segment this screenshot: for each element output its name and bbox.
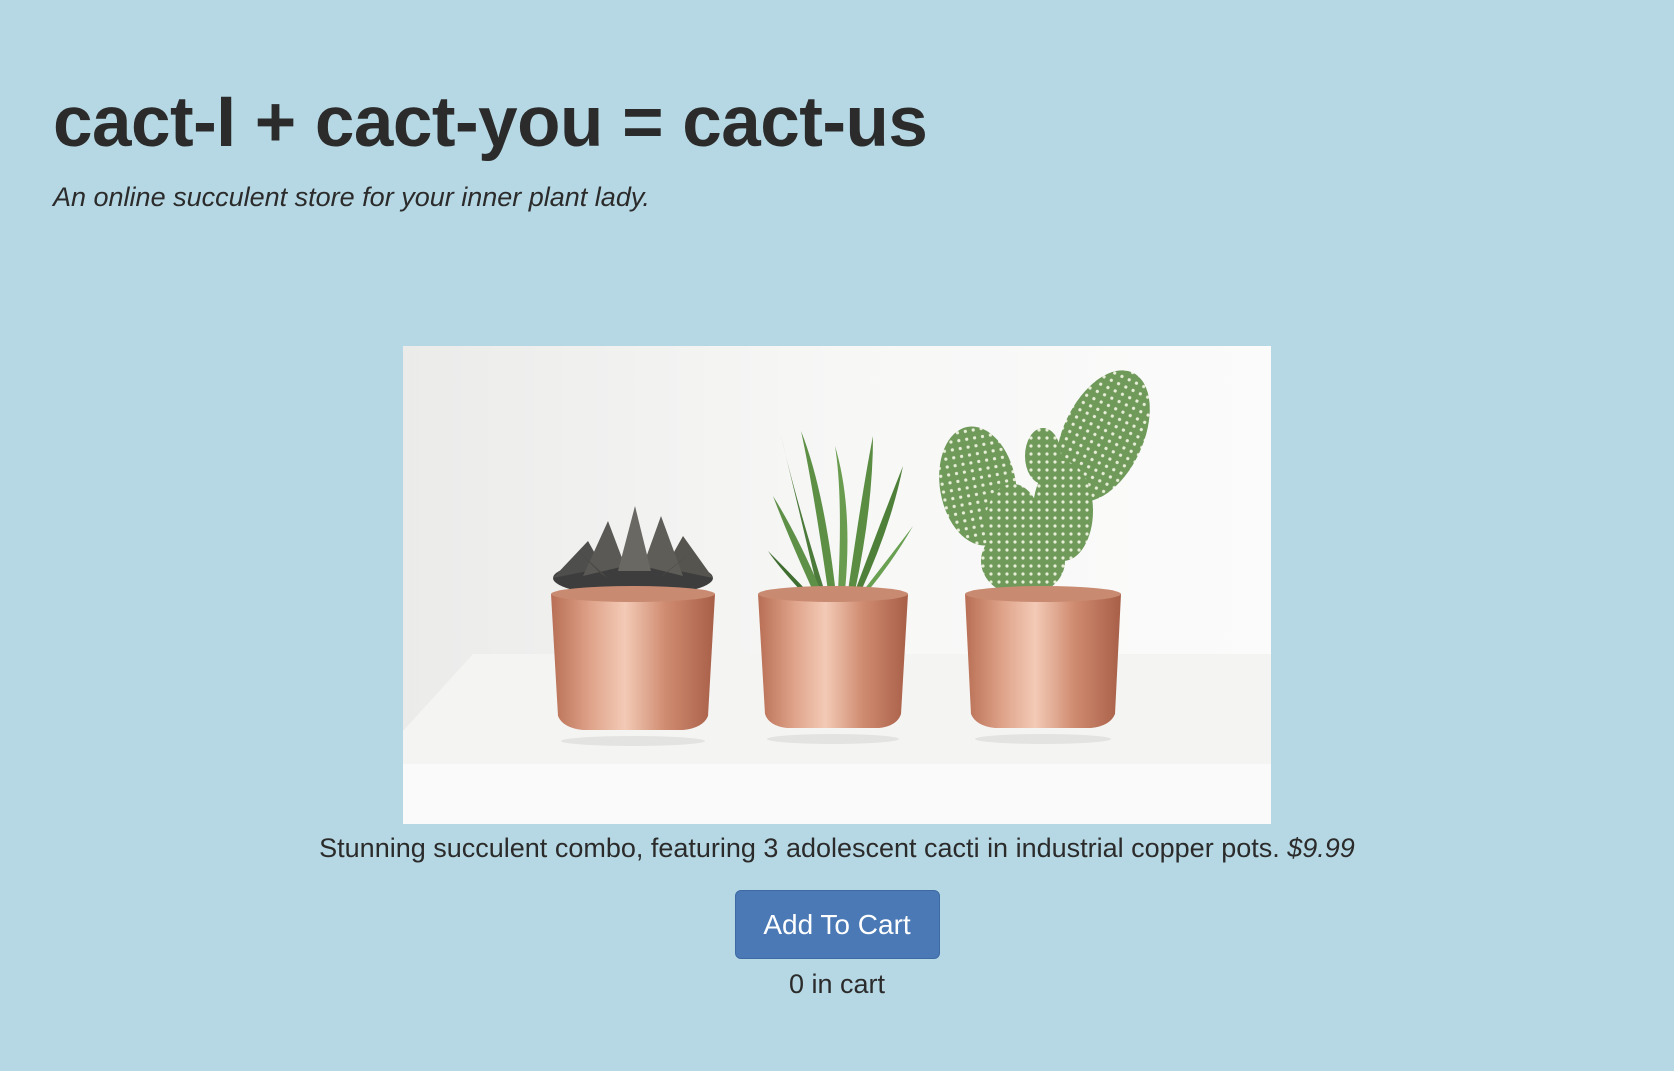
site-title: cact-I + cact-you = cact-us	[53, 83, 928, 162]
copper-pot-2	[758, 586, 908, 744]
product-description: Stunning succulent combo, featuring 3 ad…	[0, 830, 1674, 866]
product-card: Stunning succulent combo, featuring 3 ad…	[0, 346, 1674, 1001]
product-price: $9.99	[1287, 833, 1355, 863]
copper-pot-3	[965, 586, 1121, 744]
add-to-cart-button[interactable]: Add To Cart	[734, 890, 940, 959]
product-image	[403, 346, 1271, 824]
description-text: Stunning succulent combo, featuring 3 ad…	[319, 833, 1280, 863]
copper-pot-1	[551, 586, 715, 746]
site-tagline: An online succulent store for your inner…	[53, 182, 650, 212]
cart-count: 0 in cart	[788, 969, 886, 999]
site-header: cact-I + cact-you = cact-us An online su…	[53, 78, 928, 213]
